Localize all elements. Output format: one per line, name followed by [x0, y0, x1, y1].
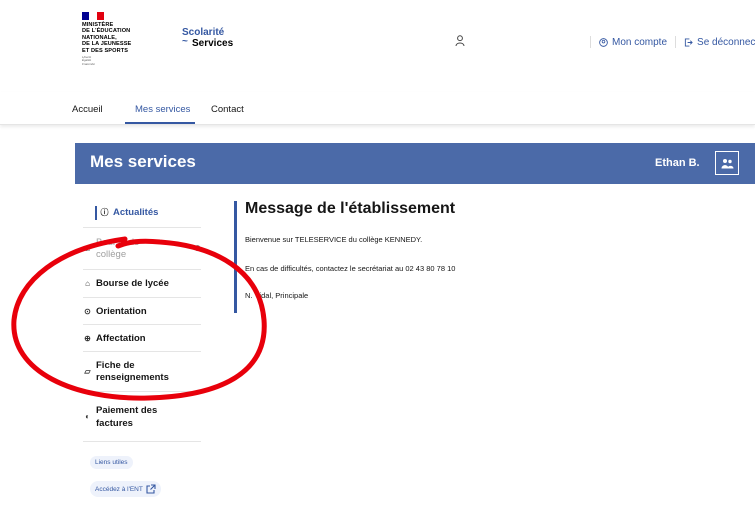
my-account-label: Mon compte — [612, 36, 668, 48]
nav-mes-services[interactable]: Mes services — [135, 104, 190, 115]
document-icon: ▱ — [84, 367, 91, 376]
french-flag-icon — [82, 12, 104, 20]
sidebar-item-paiement-factures[interactable]: ◐ Paiement des factures — [83, 392, 201, 442]
republic-motto: Liberté Égalité Fraternité — [82, 55, 95, 66]
sidebar-item-label: Fiche de — [96, 359, 135, 371]
page-title: Mes services — [90, 152, 196, 171]
sidebar-item-label: renseignements — [96, 371, 169, 383]
logout-link[interactable]: Se déconnecter — [684, 37, 755, 48]
useful-links-button[interactable]: Liens utiles — [90, 456, 133, 469]
info-icon: ⓘ — [100, 208, 109, 217]
person-icon[interactable] — [455, 35, 465, 47]
student-name: Ethan B. — [655, 157, 700, 169]
message-line: En cas de difficultés, contactez le secr… — [245, 264, 456, 273]
ministry-logo[interactable]: MINISTÈRE DE L'ÉDUCATION NATIONALE, DE L… — [82, 12, 131, 66]
nav-accueil[interactable]: Accueil — [72, 104, 103, 115]
switch-student-button[interactable] — [715, 151, 739, 175]
header-divider — [590, 36, 591, 48]
useful-links-label: Liens utiles — [95, 459, 128, 466]
header-links: Mon compte Se déconnecter — [582, 36, 755, 48]
sidebar-item-orientation[interactable]: ⊙ Orientation — [83, 298, 201, 325]
nav-contact[interactable]: Contact — [211, 104, 244, 115]
sidebar-item-label: collège — [96, 248, 127, 260]
sidebar-item-fiche-renseignements[interactable]: ▱ Fiche de renseignements — [83, 352, 201, 392]
school-icon: ⌂ — [85, 279, 90, 288]
sidebar-item-label: Paiement des — [96, 404, 158, 416]
compass-icon: ⊙ — [84, 306, 91, 316]
sidebar-item-actualites[interactable]: ⓘ Actualités — [83, 198, 201, 228]
brand-bottom-text: Services — [192, 38, 234, 49]
sidebar-item-bourse-college: ⌂ Bourse de collège ❶ — [83, 228, 201, 270]
sidebar-item-bourse-lycee[interactable]: ⌂ Bourse de lycée — [83, 270, 201, 298]
sidebar-item-label: factures — [96, 417, 133, 429]
sidebar-item-affectation[interactable]: ⊕ Affectation — [83, 325, 201, 352]
message-line: N. Vidal, Principale — [245, 291, 309, 300]
school-icon: ⌂ — [85, 244, 90, 253]
message-accent-bar — [234, 201, 237, 313]
logout-label: Se déconnecter — [697, 36, 755, 48]
swoosh-icon: ~ — [182, 36, 188, 47]
logout-icon — [684, 37, 693, 47]
scolarite-services-logo[interactable]: Scolarité ~ Services — [182, 27, 234, 50]
account-circle-icon — [599, 37, 608, 47]
sidebar-item-label: Affectation — [96, 332, 146, 344]
ministry-name: MINISTÈRE DE L'ÉDUCATION NATIONALE, DE L… — [82, 22, 132, 54]
site-header: MINISTÈRE DE L'ÉDUCATION NATIONALE, DE L… — [0, 0, 755, 92]
message-title: Message de l'établissement — [245, 200, 456, 217]
sidebar-item-label: Bourse de lycée — [96, 278, 169, 289]
people-icon — [721, 158, 733, 168]
sidebar-item-label: Bourse de — [96, 236, 140, 248]
info-icon[interactable]: ❶ — [194, 244, 201, 253]
main-nav: Accueil Mes services Contact — [0, 92, 755, 125]
header-divider — [675, 36, 677, 48]
sidebar-item-label: Actualités — [113, 207, 159, 218]
external-link-icon — [146, 484, 156, 494]
page-banner: Mes services Ethan B. — [75, 143, 755, 184]
payment-icon: ◐ — [85, 412, 90, 421]
ent-link-label: Accédez à l'ENT — [95, 485, 143, 493]
active-nav-indicator — [125, 122, 195, 124]
message-line: Bienvenue sur TELESERVICE du collège KEN… — [245, 235, 423, 244]
brand-top-text: Scolarité — [182, 27, 225, 38]
ent-link-button[interactable]: Accédez à l'ENT — [90, 481, 161, 497]
my-account-link[interactable]: Mon compte — [599, 37, 667, 48]
target-icon: ⊕ — [84, 333, 91, 343]
sidebar-item-label: Orientation — [96, 305, 147, 317]
